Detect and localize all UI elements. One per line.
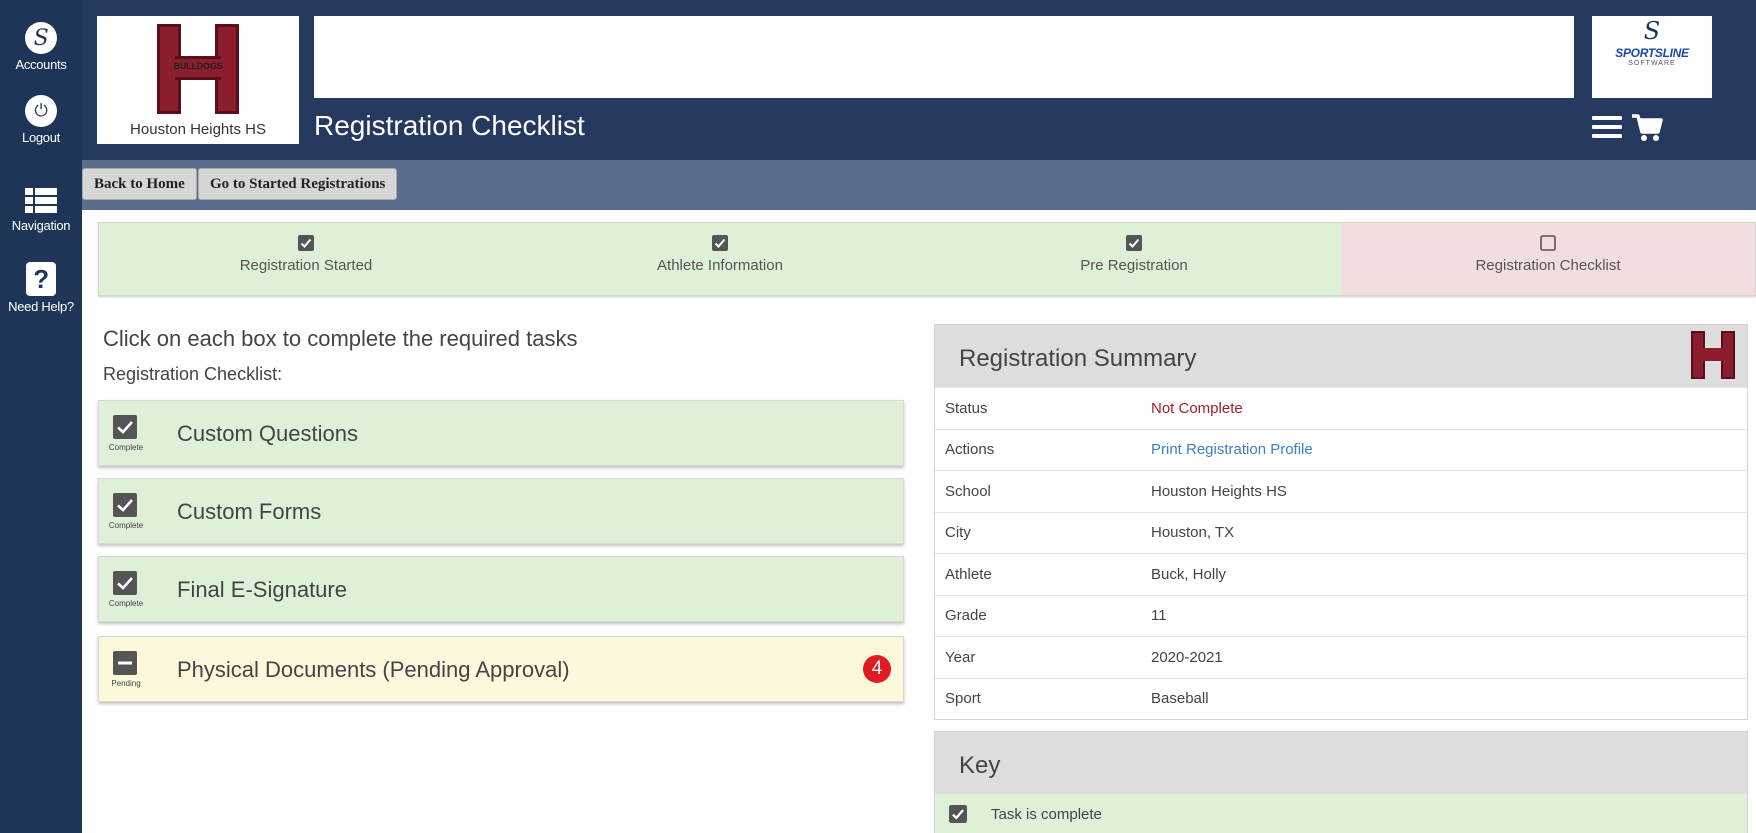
key-panel: Key Task is complete (934, 731, 1748, 833)
summary-value: 2020-2021 (1151, 648, 1223, 666)
checked-box-icon (712, 235, 728, 251)
sidebar-item-help[interactable]: ? Need Help? (0, 262, 82, 314)
toolbar: Back to Home Go to Started Registrations (82, 160, 1756, 210)
task-state: Complete (108, 443, 144, 452)
step-pre-registration: Pre Registration (927, 223, 1341, 295)
summary-row-grade: Grade 11 (935, 594, 1747, 637)
school-logo-icon: BULLDOGS (157, 24, 239, 114)
sidebar-item-label: Navigation (11, 218, 71, 233)
checked-box-icon (113, 571, 137, 595)
task-custom-questions[interactable]: Complete Custom Questions (98, 400, 904, 466)
checked-box-icon (1126, 235, 1142, 251)
hamburger-menu-icon[interactable] (1592, 116, 1622, 138)
sportsline-s-icon: S (1643, 17, 1661, 45)
school-name: Houston Heights HS (130, 121, 266, 138)
summary-row-school: School Houston Heights HS (935, 470, 1747, 512)
sidebar-item-logout[interactable]: ⏻ Logout (0, 95, 82, 145)
status-value: Not Complete (1151, 399, 1243, 417)
step-registration-checklist: Registration Checklist (1341, 223, 1755, 295)
task-state: Complete (108, 521, 144, 530)
task-title: Custom Forms (177, 499, 322, 524)
summary-row-status: Status Not Complete (935, 387, 1747, 429)
summary-label: City (945, 524, 971, 542)
page-title: Registration Checklist (314, 110, 585, 141)
task-physical-documents[interactable]: Pending Physical Documents (Pending Appr… (98, 636, 904, 702)
checklist-heading: Registration Checklist: (103, 364, 283, 384)
pending-minus-box-icon (113, 651, 137, 675)
summary-label: Actions (945, 441, 995, 459)
task-final-e-signature[interactable]: Complete Final E-Signature (98, 556, 904, 622)
step-registration-started: Registration Started (99, 223, 513, 295)
back-to-home-button[interactable]: Back to Home (82, 168, 197, 200)
checked-box-icon (113, 415, 137, 439)
brand-sub: SOFTWARE (1628, 60, 1676, 67)
step-athlete-information: Athlete Information (513, 223, 927, 295)
shopping-cart-icon[interactable] (1630, 110, 1664, 144)
step-label: Pre Registration (1080, 257, 1188, 274)
power-icon: ⏻ (25, 95, 57, 127)
school-logo-icon (1691, 331, 1735, 379)
sidebar-item-label: Logout (22, 130, 60, 145)
summary-value: 11 (1151, 607, 1167, 625)
checked-box-icon (949, 805, 967, 823)
print-registration-profile-link[interactable]: Print Registration Profile (1151, 441, 1747, 458)
summary-row-actions: Actions Print Registration Profile (935, 428, 1747, 471)
question-mark-icon: ? (26, 262, 56, 296)
app-root: S Accounts ⏻ Logout Navigation ? Need He… (0, 0, 1756, 833)
panel-title: Key (959, 752, 1001, 779)
school-card[interactable]: BULLDOGS Houston Heights HS (97, 16, 299, 144)
registration-summary-panel: Registration Summary Status Not Complete … (934, 324, 1748, 720)
task-custom-forms[interactable]: Complete Custom Forms (98, 478, 904, 544)
key-item-complete: Task is complete (935, 794, 1747, 833)
summary-value: Houston Heights HS (1151, 482, 1287, 500)
panel-header: Registration Summary (935, 325, 1747, 387)
summary-label: Grade (945, 607, 987, 625)
summary-label: Year (945, 648, 976, 666)
sportsline-s-icon: S (25, 22, 57, 54)
summary-row-year: Year 2020-2021 (935, 636, 1747, 678)
task-title: Physical Documents (Pending Approval) (177, 657, 570, 682)
task-state: Pending (111, 679, 141, 688)
summary-label: School (945, 482, 991, 500)
panel-header: Key (935, 732, 1747, 794)
sidebar-item-label: Accounts (15, 57, 67, 72)
brand-name: SPORTSLINE (1615, 46, 1689, 60)
checked-box-icon (113, 493, 137, 517)
panel-title: Registration Summary (959, 345, 1197, 372)
summary-row-athlete: Athlete Buck, Holly (935, 553, 1747, 595)
step-label: Registration Started (239, 257, 373, 274)
summary-label: Sport (945, 690, 981, 708)
unchecked-box-icon (1540, 235, 1556, 251)
sidebar-item-accounts[interactable]: S Accounts (0, 22, 82, 72)
sidebar-item-label: Need Help? (8, 299, 74, 314)
key-label: Task is complete (991, 805, 1102, 823)
summary-row-city: City Houston, TX (935, 511, 1747, 554)
summary-label: Athlete (945, 565, 992, 583)
summary-row-sport: Sport Baseball (935, 677, 1747, 720)
summary-value: Buck, Holly (1151, 565, 1227, 583)
list-grid-icon (25, 188, 57, 214)
summary-value: Baseball (1151, 690, 1209, 708)
summary-value: Houston, TX (1151, 524, 1235, 542)
task-state: Complete (108, 599, 144, 608)
school-logo-text: BULLDOGS (173, 61, 223, 71)
progress-steps: Registration Started Athlete Information… (98, 222, 1756, 296)
task-title: Custom Questions (177, 421, 358, 446)
summary-label: Status (945, 399, 988, 417)
checked-box-icon (298, 235, 314, 251)
sportsline-logo[interactable]: S SPORTSLINE SOFTWARE (1592, 16, 1712, 98)
go-to-started-registrations-button[interactable]: Go to Started Registrations (198, 168, 398, 200)
notification-badge: 4 (863, 655, 891, 683)
step-label: Registration Checklist (1475, 257, 1621, 274)
task-title: Final E-Signature (177, 577, 347, 602)
header-banner (314, 16, 1574, 98)
sidebar: S Accounts ⏻ Logout Navigation ? Need He… (0, 0, 82, 833)
step-label: Athlete Information (657, 257, 783, 274)
page-header: BULLDOGS Houston Heights HS Registration… (82, 0, 1756, 160)
sidebar-item-navigation[interactable]: Navigation (0, 188, 82, 233)
checklist-instructions: Click on each box to complete the requir… (103, 326, 578, 351)
